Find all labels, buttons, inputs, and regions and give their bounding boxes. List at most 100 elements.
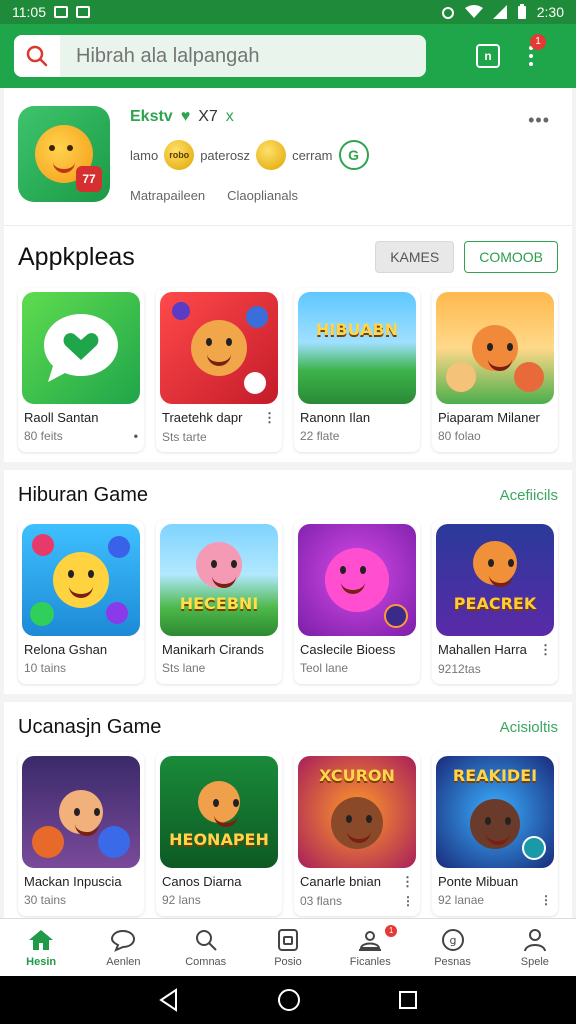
section-title: Ucanasjn Game — [18, 715, 162, 738]
search-bar[interactable] — [14, 35, 426, 77]
status-right-text: 2:30 — [536, 4, 564, 20]
game-tile[interactable]: XCURON Canarle bnian ⋮ 03 flans ⋮ — [294, 752, 420, 916]
nav-label: Posio — [274, 955, 302, 968]
coin-icon: robo — [164, 140, 195, 170]
search-icon[interactable] — [14, 35, 60, 77]
game-tile[interactable]: Relona Gshan 10 tains — [18, 520, 144, 684]
nav-label: Ficanles — [349, 955, 391, 968]
featured-app-version: X7 — [198, 108, 218, 125]
tile-name: Mackan Inpuscia — [24, 874, 122, 889]
tile-meta: 80 feits — [24, 429, 63, 443]
app-tile[interactable]: Piaparam Milaner 80 folao — [432, 288, 558, 452]
coin-icon-2 — [256, 140, 287, 170]
see-all-link[interactable]: Acefiicils — [500, 487, 558, 504]
bubbles-art — [22, 524, 140, 636]
nav-chat[interactable]: Aenlen — [82, 919, 164, 976]
nav-label: Hesin — [26, 955, 57, 968]
hibuabn-art: HIBUABN — [298, 292, 416, 404]
section-title: Appkpleas — [18, 242, 135, 271]
tile-meta: Teol lane — [300, 661, 349, 675]
nav-pesnas[interactable]: g Pesnas — [411, 919, 493, 976]
tab-switcher-button[interactable]: n — [476, 44, 500, 68]
g-coin-icon: g — [440, 928, 466, 952]
alarm-icon — [441, 7, 454, 19]
status-bar: 11:05 2:30 — [0, 0, 576, 24]
nav-search[interactable]: Comnas — [165, 919, 247, 976]
game-tile[interactable]: PEACREK Mahallen Harra ⋮ 9212tas — [432, 520, 558, 684]
featured-app-name: Ekstv — [130, 108, 173, 125]
search-input[interactable] — [60, 44, 400, 68]
lock-icon — [275, 928, 301, 952]
nav-label: Aenlen — [106, 955, 141, 968]
tile-name: Relona Gshan — [24, 642, 108, 657]
tile-name: Ranonn Ilan — [300, 410, 371, 425]
signal-icon — [492, 5, 507, 19]
nav-label: Comnas — [185, 955, 227, 968]
chat-heart-icon — [22, 292, 140, 404]
heonapeh-art: HEONAPEH — [160, 756, 278, 868]
tile-meta: 9212tas — [438, 662, 481, 676]
app-tile[interactable]: Traetehk dapr ⋮ Sts tarte — [156, 288, 282, 452]
svg-text:g: g — [449, 934, 456, 947]
game-tile[interactable]: HECEBNI Manikarh Cirands Sts lane — [156, 520, 282, 684]
featured-sub-2: Claoplianals — [227, 188, 298, 203]
nav-profile[interactable]: Spele — [494, 919, 576, 976]
tile-name: Raoll Santan — [24, 410, 99, 425]
heart-icon: ♥ — [180, 108, 191, 125]
message-icon — [76, 6, 90, 18]
system-navigation-bar — [0, 976, 576, 1024]
xcuron-art: XCURON — [298, 756, 416, 868]
tile-name: Canos Diarna — [162, 874, 242, 889]
featured-more-icon[interactable]: ••• — [528, 110, 550, 131]
tile-name: Manikarh Cirands — [162, 642, 264, 657]
tile-meta: 30 tains — [24, 893, 67, 907]
nav-home[interactable]: Hesin — [0, 919, 82, 976]
featured-app-icon[interactable]: 77 — [18, 106, 110, 202]
app-bar: n 1 — [0, 24, 576, 88]
tile-meta: 92 lanae — [438, 893, 485, 907]
section-title: Hiburan Game — [18, 483, 149, 506]
chat-icon — [110, 928, 136, 952]
tile-name: Mahallen Harra — [438, 642, 527, 657]
search-icon — [193, 928, 219, 952]
cartoon-dice-art — [160, 292, 278, 404]
peacrek-art: PEACREK — [436, 524, 554, 636]
game-tile[interactable]: Caslecile Bioess Teol lane — [294, 520, 420, 684]
battery-icon — [517, 4, 526, 19]
app-tile[interactable]: HIBUABN Ranonn Ilan 22 flate — [294, 288, 420, 452]
featured-sub-1: Matrapaileen — [130, 188, 206, 203]
recents-icon[interactable] — [398, 990, 418, 1010]
section-ucanasjn-game: Ucanasjn Game Acisioltis Mackan Inpuscia… — [4, 702, 572, 918]
game-tile[interactable]: Mackan Inpuscia 30 tains — [18, 752, 144, 916]
tile-meta: 03 flans — [300, 894, 343, 908]
nav-ficanles[interactable]: 1 Ficanles — [329, 919, 411, 976]
featured-app-card[interactable]: 77 Ekstv ♥ X7 x lamo robo paterosz cerra… — [4, 88, 572, 226]
app-tile[interactable]: Raoll Santan 80 feits • — [18, 288, 144, 452]
game-tile[interactable]: REAKIDEI Ponte Mibuan 92 lanae ⋮ — [432, 752, 558, 916]
main-content[interactable]: 77 Ekstv ♥ X7 x lamo robo paterosz cerra… — [0, 88, 576, 918]
notification-icon — [54, 6, 68, 18]
wifi-icon — [464, 5, 483, 18]
nav-badge: 1 — [385, 925, 398, 937]
bottom-navigation: Hesin Aenlen Comnas Posio 1 Ficanles g P… — [0, 918, 576, 976]
tile-name: Ponte Mibuan — [438, 874, 519, 889]
game-tile[interactable]: HEONAPEH Canos Diarna 92 lans — [156, 752, 282, 916]
home-circle-icon[interactable] — [277, 988, 301, 1012]
nav-label: Pesnas — [434, 955, 471, 968]
back-icon[interactable] — [158, 988, 180, 1012]
tile-name: Canarle bnian — [300, 874, 381, 889]
featured-x-mark: x — [225, 108, 234, 125]
featured-icon-badge: 77 — [76, 166, 102, 192]
tile-name: Piaparam Milaner — [438, 410, 540, 425]
nav-posio[interactable]: Posio — [247, 919, 329, 976]
status-time: 11:05 — [12, 4, 46, 20]
chip-games[interactable]: KAMES — [375, 241, 455, 273]
chip-comoob[interactable]: COMOOB — [464, 241, 558, 273]
overflow-menu-icon[interactable]: 1 — [526, 34, 546, 70]
nav-label: Spele — [520, 955, 549, 968]
tile-meta: Sts lane — [162, 661, 206, 675]
tile-meta: 22 flate — [300, 429, 340, 443]
see-all-link[interactable]: Acisioltis — [500, 719, 558, 736]
overflow-badge: 1 — [530, 34, 546, 50]
person-card-icon — [357, 928, 383, 952]
